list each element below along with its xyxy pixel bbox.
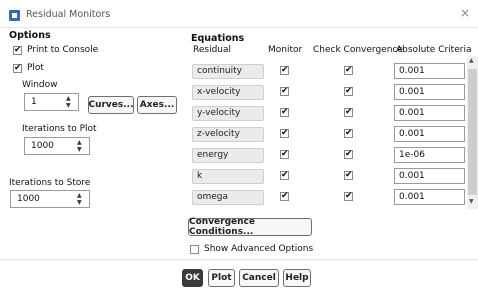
residual-name: energy [197,150,229,160]
window-value: 1 [31,97,37,107]
plot-checkbox[interactable] [13,62,22,74]
window-spinner[interactable]: 1 ▲ ▼ [24,93,79,111]
check-convergence-checkbox[interactable] [344,148,353,160]
residual-name: omega [197,192,229,202]
scrollbar-thumb[interactable] [468,69,477,195]
monitor-checkbox[interactable] [280,190,289,202]
print-to-console-checkbox[interactable] [13,44,22,56]
residual-name: y-velocity [197,108,241,118]
app-icon [9,10,20,21]
iterations-to-store-spinner[interactable]: 1000 ▲ ▼ [10,190,90,208]
residual-field: x-velocity [192,85,264,100]
criteria-value: 0.001 [399,66,425,76]
criteria-input[interactable]: 0.001 [394,63,465,79]
col-check-convergence: Check Convergence [313,45,403,55]
criteria-value: 0.001 [399,192,425,202]
show-advanced-options-label: Show Advanced Options [204,244,314,254]
residual-field: energy [192,148,264,163]
monitor-checkbox[interactable] [280,106,289,118]
close-icon[interactable]: × [460,6,470,20]
plot-label: Plot [27,63,44,73]
criteria-value: 0.001 [399,108,425,118]
monitor-checkbox[interactable] [280,127,289,139]
monitor-checkbox[interactable] [280,64,289,76]
scroll-down-icon[interactable]: ▼ [469,198,474,205]
scroll-up-icon[interactable]: ▲ [469,57,474,64]
criteria-input[interactable]: 1e-06 [394,147,465,163]
iterations-to-plot-value: 1000 [31,141,54,151]
plot-button[interactable]: Plot [208,269,235,287]
show-advanced-options-checkbox[interactable] [190,245,199,254]
iterations-to-store-value: 1000 [17,194,40,204]
residual-name: z-velocity [197,129,240,139]
options-header: Options [9,30,51,41]
check-convergence-checkbox[interactable] [344,169,353,181]
check-convergence-checkbox[interactable] [344,106,353,118]
iterations-to-store-label: Iterations to Store [9,178,91,188]
check-convergence-checkbox[interactable] [344,127,353,139]
criteria-input[interactable]: 0.001 [394,105,465,121]
criteria-value: 0.001 [399,87,425,97]
print-to-console-label: Print to Console [27,45,99,55]
spinner-arrows-icon[interactable]: ▲ ▼ [66,95,75,109]
col-monitor: Monitor [268,45,303,55]
residual-field: k [192,169,264,184]
col-absolute-criteria: Absolute Criteria [396,45,472,55]
curves-button[interactable]: Curves... [88,96,134,114]
equations-header: Equations [191,33,245,44]
criteria-value: 1e-06 [399,150,425,160]
window-label: Window [22,80,58,90]
iterations-to-plot-label: Iterations to Plot [22,124,97,134]
cancel-button[interactable]: Cancel [239,269,279,287]
residual-field: z-velocity [192,127,264,142]
residual-name: k [197,171,203,181]
criteria-input[interactable]: 0.001 [394,189,465,205]
residual-field: y-velocity [192,106,264,121]
help-button[interactable]: Help [283,269,311,287]
residual-field: continuity [192,64,264,79]
monitor-checkbox[interactable] [280,148,289,160]
ok-button[interactable]: OK [182,269,203,287]
check-convergence-checkbox[interactable] [344,85,353,97]
spinner-arrows-icon[interactable]: ▲ ▼ [77,139,86,153]
criteria-input[interactable]: 0.001 [394,84,465,100]
monitor-checkbox[interactable] [280,169,289,181]
criteria-value: 0.001 [399,129,425,139]
criteria-input[interactable]: 0.001 [394,168,465,184]
convergence-conditions-button[interactable]: Convergence Conditions... [188,217,312,237]
residual-name: continuity [197,66,242,76]
window-title: Residual Monitors [26,9,111,20]
residual-field: omega [192,190,264,205]
axes-button[interactable]: Axes... [137,96,177,114]
monitor-checkbox[interactable] [280,85,289,97]
check-convergence-checkbox[interactable] [344,64,353,76]
check-convergence-checkbox[interactable] [344,190,353,202]
spinner-arrows-icon[interactable]: ▲ ▼ [77,192,86,206]
col-residual: Residual [193,45,232,55]
criteria-value: 0.001 [399,171,425,181]
criteria-input[interactable]: 0.001 [394,126,465,142]
iterations-to-plot-spinner[interactable]: 1000 ▲ ▼ [24,137,90,155]
residual-name: x-velocity [197,87,241,97]
footer-divider [0,259,478,260]
